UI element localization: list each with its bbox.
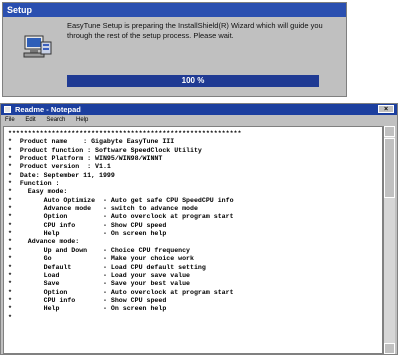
readme-text: ****************************************… [8,130,241,330]
scroll-up-button[interactable] [384,126,395,137]
readme-line: * Date: September 11, 1999 [8,171,115,179]
close-button[interactable]: × [378,105,394,113]
readme-line: * Function : [8,180,60,188]
readme-line: * Help - On screen help [8,230,167,238]
notepad-window: Readme - Notepad × File Edit Search Help… [0,103,398,355]
close-icon: × [383,106,389,113]
setup-message: EasyTune Setup is preparing the InstallS… [67,21,323,40]
scroll-down-button[interactable] [384,343,395,354]
scroll-thumb[interactable] [384,138,395,198]
text-editor[interactable]: ****************************************… [3,126,383,354]
readme-line: * Default - Load CPU default setting [8,263,206,271]
menu-edit[interactable]: Edit [25,117,35,123]
readme-line: * Advance mode - switch to advance mode [8,205,198,213]
readme-line: * Auto Optimize - Auto get safe CPU Spee… [8,196,234,204]
readme-line: * Product name : Gigabyte EasyTune III [8,138,175,146]
readme-line: * Product version : V1.1 [8,163,111,171]
readme-line: ****************************************… [8,130,242,137]
readme-line: * Option - Auto overclock at program sta… [8,288,234,296]
readme-line: * Up and Down - Choice CPU frequency [8,246,191,254]
notepad-titlebar: Readme - Notepad × [1,104,397,115]
notepad-icon [4,106,11,113]
setup-progress-bar: 100 % [67,75,319,87]
readme-line: * Product Platform : WIN95/WIN98/WINNT [8,155,163,163]
computer-install-icon [23,33,53,59]
progress-text: 100 % [181,76,205,85]
readme-line: * Save - Save your best value [8,280,191,288]
setup-dialog: Setup EasyTune Setup is preparing the In… [2,2,347,97]
menu-help[interactable]: Help [76,117,88,123]
menu-search[interactable]: Search [46,117,65,123]
readme-line: * Product function : Software SpeedClock… [8,146,202,154]
vertical-scrollbar[interactable] [383,126,395,354]
menu-bar: File Edit Search Help [1,115,397,125]
readme-line: * Load - Load your save value [8,271,191,279]
readme-line: * [8,313,12,321]
readme-line: * Option - Auto overclock at program sta… [8,213,234,221]
readme-line: * CPU info - Show CPU speed [8,221,167,229]
readme-line: * CPU info - Show CPU speed [8,296,167,304]
menu-file[interactable]: File [5,117,15,123]
readme-line: * Easy mode: [8,188,68,196]
readme-line: * Advance mode: [8,238,80,246]
readme-line: * Help - On screen help [8,305,167,313]
notepad-title: Readme - Notepad [15,105,81,114]
readme-line: * Go - Make your choice work [8,255,194,263]
setup-title: Setup [3,3,346,17]
